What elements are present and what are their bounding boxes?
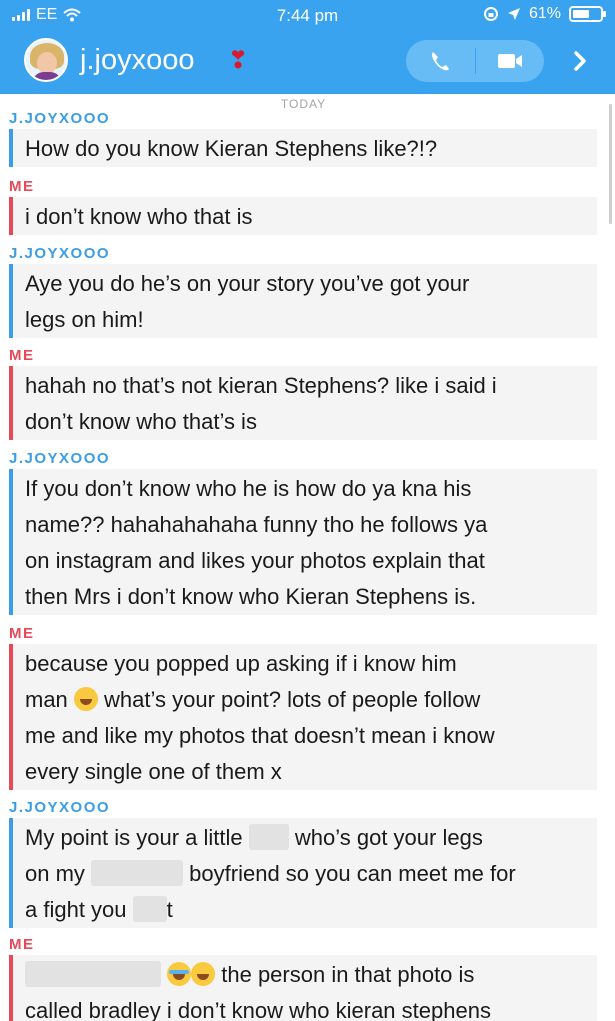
crying-emoji-icon [167,962,192,986]
sender-label: J.JOYXOOO [9,245,111,262]
message-line: man what’s your point? lots of people fo… [25,682,587,718]
message-line: then Mrs i don’t know who Kieran Stephen… [25,584,477,609]
message-text: i don’t know who that is [9,197,597,235]
rotation-lock-icon [483,7,498,21]
message-text: How do you know Kieran Stephens like?!? [9,129,597,167]
sender-bar [9,129,13,167]
message-bubble[interactable]: the person in that photo is called bradl… [9,955,597,1021]
video-icon [498,54,522,68]
message-fragment: boyfriend so you can meet me for [189,861,516,886]
message-line: hahah no that’s not kieran Stephens? lik… [25,373,497,398]
message-line: called bradley i don’t know who kieran s… [25,998,491,1021]
contact-name[interactable]: j.joyxooo [80,44,194,77]
message-bubble[interactable]: i don’t know who that is [9,197,597,235]
message-fragment: a fight you [25,897,127,922]
message-line: My point is your a little who’s got your… [25,820,587,856]
battery-fill [573,10,589,18]
sender-bar [9,264,13,338]
message-word: man [25,687,68,712]
video-call-button[interactable] [476,40,545,82]
message-line: legs on him! [25,307,144,332]
status-right: 61% [483,5,606,23]
call-actions [406,40,544,82]
message-text: the person in that photo is called bradl… [9,955,597,1021]
sender-bar [9,644,13,790]
message-text: Aye you do he’s on your story you’ve got… [9,264,597,338]
message-fragment: on my [25,861,85,886]
message-fragment: t [166,897,173,922]
day-divider: TODAY [280,97,327,111]
message-text: hahah no that’s not kieran Stephens? lik… [9,366,597,440]
message-fragment: what’s your point? lots of people follow [104,687,481,712]
sender-label: ME [9,625,35,642]
laughing-emoji-icon [73,687,98,711]
chevron-right-icon[interactable] [566,40,596,82]
message-line: because you popped up asking if i know h… [25,651,457,676]
message-line: i don’t know who that is [25,204,253,229]
message-line: every single one of them x [25,759,282,784]
message-bubble[interactable]: because you popped up asking if i know h… [9,644,597,790]
redaction-blur [132,896,167,922]
message-line: If you don’t know who he is how do ya kn… [25,476,472,501]
message-line: Aye you do he’s on your story you’ve got… [25,271,470,296]
phone-icon [432,52,449,71]
message-line: on instagram and likes your photos expla… [25,548,485,573]
redaction-blur [248,824,289,850]
redaction-blur [91,860,184,886]
heart-icon: ❣ [228,47,249,74]
chat-thread[interactable]: TODAY J.JOYXOOO How do you know Kieran S… [0,94,615,1021]
chat-header: EE 7:44 pm 61% j.joyxooo ❣ [0,0,615,94]
message-fragment: the person in that photo is [221,962,475,987]
message-bubble[interactable]: hahah no that’s not kieran Stephens? lik… [9,366,597,440]
sender-bar [9,818,13,928]
sender-bar [9,955,13,1021]
message-text: because you popped up asking if i know h… [9,644,597,790]
sender-bar [9,197,13,235]
message-bubble[interactable]: My point is your a little who’s got your… [9,818,597,928]
message-text: If you don’t know who he is how do ya kn… [9,469,597,615]
sender-bar [9,366,13,440]
message-line: the person in that photo is [25,957,587,993]
sender-label: J.JOYXOOO [9,799,111,816]
scrollbar[interactable] [609,104,612,224]
message-bubble[interactable]: How do you know Kieran Stephens like?!? [9,129,597,167]
message-line: a fight you t [25,892,587,928]
message-line: on my boyfriend so you can meet me for [25,856,587,892]
message-fragment: who’s got your legs [294,825,483,850]
battery-icon [569,6,606,22]
nav-bar: j.joyxooo ❣ [0,34,615,90]
message-line: name?? hahahahahaha funny tho he follows… [25,512,488,537]
avatar[interactable] [24,38,68,82]
laughing-emoji-icon [191,962,216,986]
sender-label: ME [9,936,35,953]
message-line: How do you know Kieran Stephens like?!? [25,136,438,161]
sender-label: ME [9,178,35,195]
message-line: me and like my photos that doesn’t mean … [25,723,495,748]
message-bubble[interactable]: If you don’t know who he is how do ya kn… [9,469,597,615]
message-text: My point is your a little who’s got your… [9,818,597,928]
message-line: don’t know who that’s is [25,409,257,434]
status-bar: EE 7:44 pm 61% [0,0,615,30]
sender-label: J.JOYXOOO [9,110,111,127]
message-fragment: My point is your a little [25,825,243,850]
location-icon [507,8,520,20]
sender-label: ME [9,347,35,364]
sender-bar [9,469,13,615]
sender-label: J.JOYXOOO [9,450,111,467]
battery-percent: 61% [528,5,561,22]
message-bubble[interactable]: Aye you do he’s on your story you’ve got… [9,264,597,338]
redaction-blur [25,961,161,987]
call-button[interactable] [406,40,475,82]
